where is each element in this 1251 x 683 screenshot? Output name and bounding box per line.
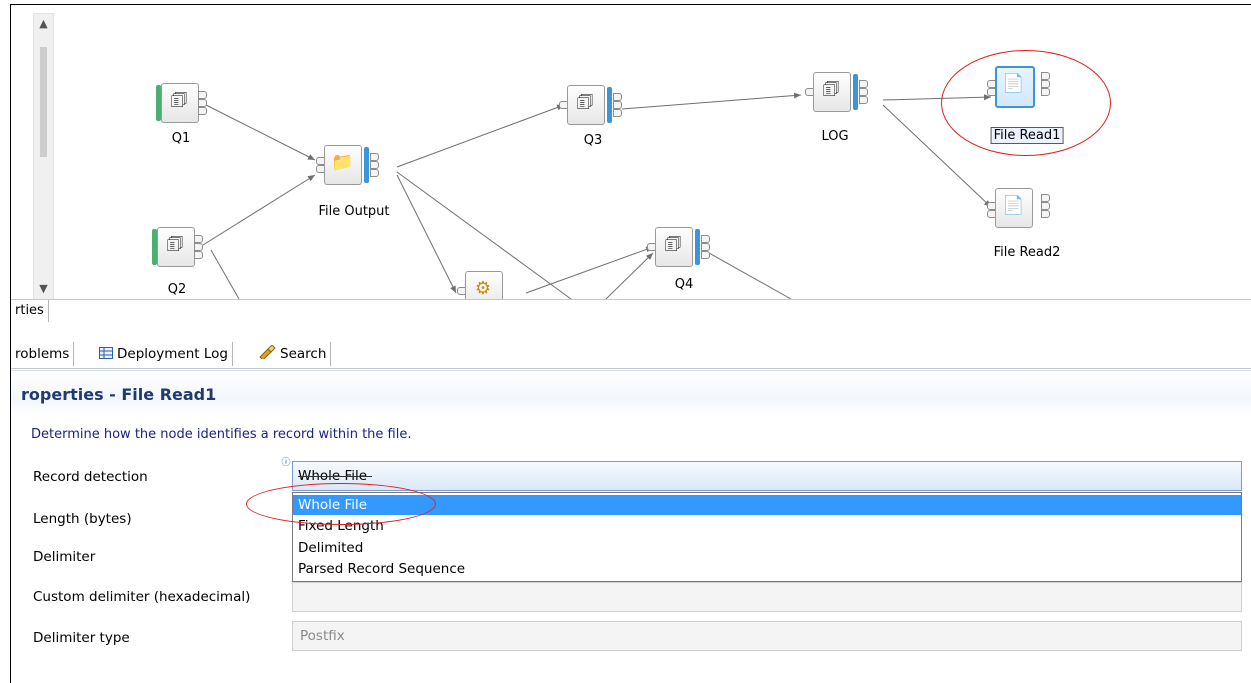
node-q4[interactable]: 🗊 bbox=[647, 227, 710, 267]
record-detection-combo[interactable]: Whole File bbox=[292, 461, 1242, 491]
terminal-icon bbox=[194, 235, 203, 243]
connection-q2-fileoutput bbox=[202, 174, 316, 246]
tab-deployment-log[interactable]: Deployment Log bbox=[95, 342, 233, 366]
terminal-icon bbox=[1041, 210, 1050, 218]
terminal-icon bbox=[198, 99, 207, 107]
terminal-icon bbox=[198, 107, 207, 115]
connection-fileoutput-compute bbox=[396, 174, 457, 294]
custom-delimiter-field[interactable] bbox=[292, 582, 1242, 612]
tab-properties[interactable]: rties bbox=[11, 300, 49, 322]
terminal-icon bbox=[859, 80, 868, 88]
terminal-icon bbox=[194, 251, 203, 259]
node-label-q2[interactable]: Q2 bbox=[168, 282, 187, 297]
node-q2[interactable]: 🗊 bbox=[149, 227, 205, 267]
output-bar-icon bbox=[607, 87, 612, 123]
highlight-ellipse-file-read1 bbox=[941, 50, 1111, 156]
table-icon bbox=[99, 343, 113, 359]
custom-delimiter-label: Custom delimiter (hexadecimal) bbox=[33, 589, 251, 605]
file-output-folder-icon: 📁 bbox=[331, 152, 354, 173]
tab-search[interactable]: Search bbox=[254, 342, 332, 366]
connection-q4-down bbox=[708, 252, 792, 299]
node-file-output[interactable]: 📁 bbox=[316, 145, 379, 185]
node-q1[interactable]: 🗊 bbox=[153, 83, 209, 123]
connection-q3-log bbox=[621, 92, 802, 110]
node-label-file-output[interactable]: File Output bbox=[318, 204, 389, 219]
delimiter-type-field[interactable]: Postfix bbox=[292, 621, 1242, 651]
strike-line bbox=[298, 476, 372, 477]
length-label: Length (bytes) bbox=[33, 511, 132, 527]
dropdown-option-fixed-length[interactable]: Fixed Length bbox=[293, 516, 1241, 536]
properties-title: roperties - File Read1 bbox=[21, 385, 217, 404]
message-flow-canvas[interactable]: ▲ ▼ 🗊 Q1 🗊 Q2 📁 File Output 🗊 Q3 🗊 Q4 ⚙ … bbox=[11, 5, 1251, 299]
delimiter-label: Delimiter bbox=[33, 549, 96, 565]
queue-icon: 🗊 bbox=[576, 92, 594, 113]
panel-tab-strip: roblems Deployment Log Search bbox=[11, 340, 1251, 369]
node-log[interactable]: 🗊 bbox=[805, 72, 868, 112]
output-bar-icon bbox=[853, 74, 858, 110]
node-file-read2[interactable]: 📄 bbox=[987, 188, 1050, 228]
queue-icon: 🗊 bbox=[822, 79, 840, 100]
node-q3[interactable]: 🗊 bbox=[559, 85, 622, 125]
connection-q1-fileoutput bbox=[205, 104, 316, 161]
terminal-icon bbox=[613, 101, 622, 109]
queue-icon: 🗊 bbox=[170, 90, 188, 111]
terminal-icon bbox=[1041, 202, 1050, 210]
scroll-thumb[interactable] bbox=[40, 47, 47, 157]
terminal-icon bbox=[701, 251, 710, 259]
dropdown-option-parsed-record-sequence[interactable]: Parsed Record Sequence bbox=[293, 559, 1241, 579]
tab-problems-label: roblems bbox=[15, 346, 70, 362]
scroll-up-arrow-icon[interactable]: ▲ bbox=[34, 17, 53, 30]
terminal-icon bbox=[859, 96, 868, 104]
connection-up-q4 bbox=[605, 252, 654, 299]
record-detection-label: Record detection bbox=[33, 469, 148, 485]
highlight-ellipse-whole-file bbox=[246, 483, 436, 525]
node-compute[interactable]: ⚙ bbox=[457, 271, 513, 299]
terminal-icon bbox=[1041, 194, 1050, 202]
terminal-icon bbox=[194, 243, 203, 251]
terminal-icon bbox=[859, 88, 868, 96]
file-read-icon: 📄 bbox=[1002, 195, 1025, 216]
node-label-q3[interactable]: Q3 bbox=[584, 133, 603, 148]
tab-problems[interactable]: roblems bbox=[11, 342, 75, 366]
tab-search-label: Search bbox=[280, 346, 327, 362]
terminal-icon bbox=[701, 235, 710, 243]
search-flashlight-icon bbox=[258, 343, 276, 361]
queue-icon: 🗊 bbox=[664, 234, 682, 255]
terminal-icon bbox=[370, 153, 379, 161]
output-bar-icon bbox=[364, 147, 369, 183]
canvas-vertical-scrollbar[interactable]: ▲ ▼ bbox=[33, 13, 54, 299]
scroll-down-arrow-icon[interactable]: ▼ bbox=[34, 282, 53, 295]
terminal-icon bbox=[701, 243, 710, 251]
node-label-log[interactable]: LOG bbox=[821, 129, 848, 144]
delimiter-type-label: Delimiter type bbox=[33, 630, 130, 646]
view-tab-strip: rties bbox=[11, 299, 1251, 324]
properties-description: Determine how the node identifies a reco… bbox=[31, 427, 412, 442]
dropdown-option-delimited[interactable]: Delimited bbox=[293, 538, 1241, 558]
output-bar-icon bbox=[695, 229, 700, 265]
connection-fileoutput-q3 bbox=[396, 104, 565, 168]
node-label-file-read2[interactable]: File Read2 bbox=[994, 245, 1061, 260]
node-label-q4[interactable]: Q4 bbox=[675, 277, 694, 292]
terminal-icon bbox=[613, 93, 622, 101]
terminal-icon bbox=[370, 169, 379, 177]
delimiter-type-value: Postfix bbox=[300, 628, 345, 644]
terminal-icon bbox=[198, 91, 207, 99]
connection-compute-q4 bbox=[525, 246, 654, 294]
connection-q2-down bbox=[210, 249, 240, 299]
node-label-q1[interactable]: Q1 bbox=[172, 131, 191, 146]
properties-header: roperties - File Read1 bbox=[11, 370, 1251, 417]
terminal-icon bbox=[370, 161, 379, 169]
compute-gear-icon: ⚙ bbox=[474, 278, 492, 299]
tab-deployment-log-label: Deployment Log bbox=[117, 346, 228, 362]
queue-icon: 🗊 bbox=[166, 234, 184, 255]
info-icon[interactable]: ⓘ bbox=[281, 458, 291, 468]
terminal-icon bbox=[613, 109, 622, 117]
